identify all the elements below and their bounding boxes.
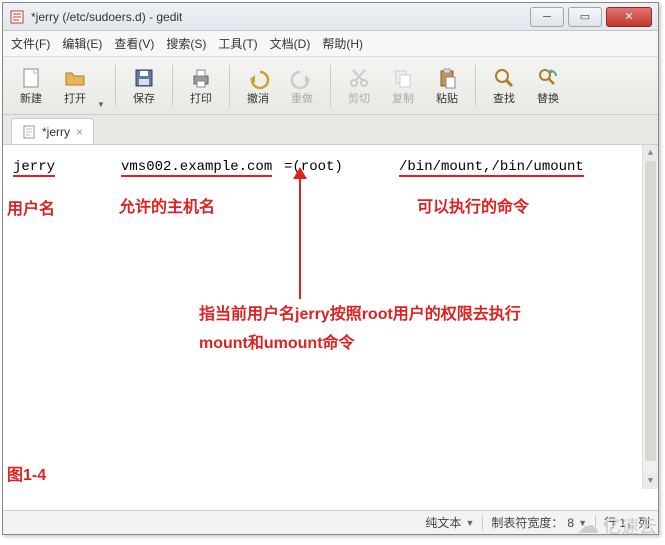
scrollbar-thumb[interactable] (645, 161, 656, 461)
find-replace-icon (536, 66, 560, 90)
title-bar[interactable]: *jerry (/etc/sudoers.d) - gedit ─ ▭ ✕ (3, 3, 658, 31)
open-dropdown-caret-icon[interactable]: ▼ (95, 63, 107, 109)
status-cursor-position: 行 1，列 (596, 514, 658, 531)
new-document-icon (19, 66, 43, 90)
printer-icon (189, 66, 213, 90)
scroll-down-icon[interactable]: ▼ (643, 473, 658, 489)
copy-label: 复制 (392, 90, 414, 106)
redo-label: 重做 (291, 90, 313, 106)
annotation-arrowhead-icon (293, 167, 307, 179)
tab-close-button[interactable]: × (76, 125, 83, 139)
token-commands: /bin/mount,/bin/umount (399, 159, 584, 177)
status-tabwidth-value: 8 (567, 516, 574, 530)
editor-area[interactable]: jerry vms002.example.com =(root) /bin/mo… (3, 145, 658, 489)
window-buttons: ─ ▭ ✕ (530, 7, 652, 27)
close-button[interactable]: ✕ (606, 7, 652, 27)
paste-button[interactable]: 粘贴 (427, 64, 467, 108)
annotation-hostname-label: 允许的主机名 (119, 193, 215, 217)
text-document-icon (22, 125, 36, 139)
scroll-up-icon[interactable]: ▲ (643, 145, 658, 161)
menu-doc[interactable]: 文档(D) (270, 35, 311, 52)
magnifier-find-icon (492, 66, 516, 90)
menu-tools[interactable]: 工具(T) (218, 35, 257, 52)
gedit-app-icon (9, 9, 25, 25)
scissors-cut-icon (347, 66, 371, 90)
dropdown-caret-icon: ▼ (465, 518, 474, 528)
separator (172, 65, 173, 107)
undo-label: 撤消 (247, 90, 269, 106)
status-tabwidth-label: 制表符宽度： (491, 514, 563, 531)
menu-view[interactable]: 查看(V) (114, 35, 154, 52)
open-label: 打开 (64, 90, 86, 106)
separator (115, 65, 116, 107)
open-button[interactable]: 打开 (55, 64, 95, 108)
find-label: 查找 (493, 90, 515, 106)
copy-button[interactable]: 复制 (383, 64, 423, 108)
menu-help[interactable]: 帮助(H) (322, 35, 363, 52)
toolbar: 新建 打开 ▼ 保存 打印 撤消 重做 剪切 (3, 57, 658, 115)
dropdown-caret-icon: ▼ (578, 518, 587, 528)
status-bar: 纯文本 ▼ 制表符宽度： 8 ▼ 行 1，列 (3, 510, 658, 534)
clipboard-paste-icon (435, 66, 459, 90)
separator (475, 65, 476, 107)
print-button[interactable]: 打印 (181, 64, 221, 108)
cut-button[interactable]: 剪切 (339, 64, 379, 108)
tab-jerry[interactable]: *jerry × (11, 118, 94, 144)
undo-arrow-icon (246, 66, 270, 90)
copy-icon (391, 66, 415, 90)
app-window: *jerry (/etc/sudoers.d) - gedit ─ ▭ ✕ 文件… (2, 2, 659, 535)
annotation-commands-label: 可以执行的命令 (417, 193, 529, 217)
annotation-figure-label: 图1-4 (7, 461, 46, 485)
menu-bar: 文件(F) 编辑(E) 查看(V) 搜索(S) 工具(T) 文档(D) 帮助(H… (3, 31, 658, 57)
maximize-button[interactable]: ▭ (568, 7, 602, 27)
cut-label: 剪切 (348, 90, 370, 106)
undo-button[interactable]: 撤消 (238, 64, 278, 108)
menu-file[interactable]: 文件(F) (11, 35, 50, 52)
minimize-button[interactable]: ─ (530, 7, 564, 27)
save-label: 保存 (133, 90, 155, 106)
token-hostname: vms002.example.com (121, 159, 272, 177)
tab-label: *jerry (42, 125, 70, 139)
find-button[interactable]: 查找 (484, 64, 524, 108)
menu-edit[interactable]: 编辑(E) (62, 35, 102, 52)
save-button[interactable]: 保存 (124, 64, 164, 108)
status-language[interactable]: 纯文本 ▼ (417, 514, 482, 531)
annotation-description: 指当前用户名jerry按照root用户的权限去执行mount和umount命令 (199, 301, 569, 359)
status-position-text: 行 1，列 (604, 514, 650, 531)
new-button[interactable]: 新建 (11, 64, 51, 108)
paste-label: 粘贴 (436, 90, 458, 106)
tab-strip: *jerry × (3, 115, 658, 145)
annotation-username-label: 用户名 (7, 195, 55, 219)
vertical-scrollbar[interactable]: ▲ ▼ (642, 145, 658, 489)
folder-open-icon (63, 66, 87, 90)
separator (229, 65, 230, 107)
replace-label: 替换 (537, 90, 559, 106)
separator (330, 65, 331, 107)
window-title: *jerry (/etc/sudoers.d) - gedit (31, 10, 530, 24)
floppy-save-icon (132, 66, 156, 90)
new-label: 新建 (20, 90, 42, 106)
replace-button[interactable]: 替换 (528, 64, 568, 108)
annotation-arrow (299, 171, 301, 299)
menu-search[interactable]: 搜索(S) (166, 35, 206, 52)
print-label: 打印 (190, 90, 212, 106)
redo-arrow-icon (290, 66, 314, 90)
status-language-label: 纯文本 (425, 514, 461, 531)
redo-button[interactable]: 重做 (282, 64, 322, 108)
token-username: jerry (13, 159, 55, 177)
status-tabwidth[interactable]: 制表符宽度： 8 ▼ (483, 514, 595, 531)
